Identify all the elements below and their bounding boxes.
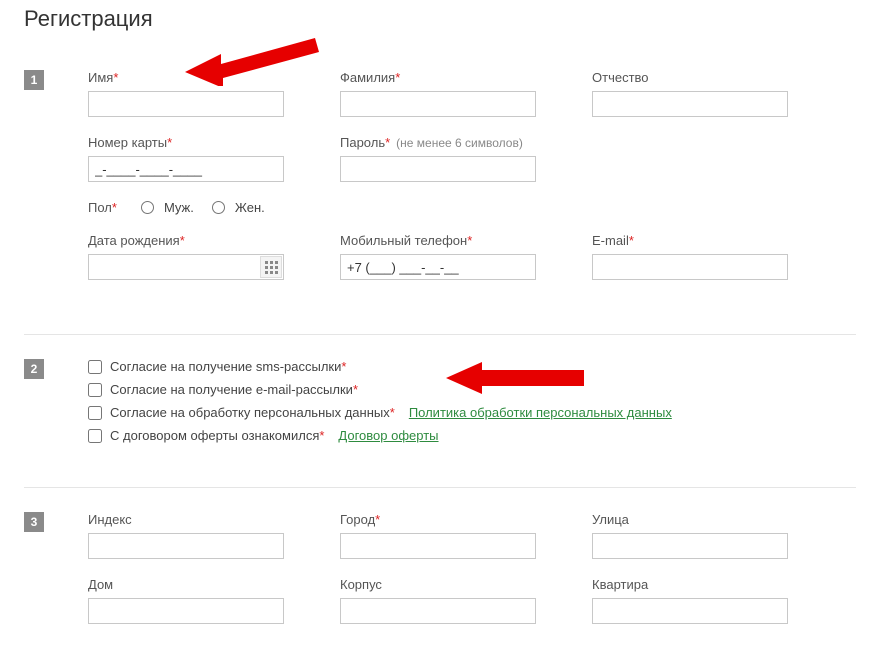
consent-sms-checkbox[interactable] (88, 360, 102, 374)
policy-link[interactable]: Политика обработки персональных данных (409, 405, 672, 420)
consent-data-checkbox[interactable] (88, 406, 102, 420)
last-name-input[interactable] (340, 91, 536, 117)
label-building: Корпус (340, 577, 536, 592)
section-personal: 1 Имя* Фамилия* Отчество Номер карты* Па… (24, 70, 856, 322)
label-house: Дом (88, 577, 284, 592)
label-first-name: Имя* (88, 70, 284, 85)
label-gender: Пол* (88, 200, 117, 215)
label-index: Индекс (88, 512, 284, 527)
patronymic-input[interactable] (592, 91, 788, 117)
card-number-input[interactable] (88, 156, 284, 182)
consent-offer-label: С договором оферты ознакомился* (110, 428, 324, 443)
email-input[interactable] (592, 254, 788, 280)
house-input[interactable] (88, 598, 284, 624)
gender-male-radio[interactable] (141, 201, 154, 214)
label-street: Улица (592, 512, 788, 527)
page-title: Регистрация (24, 6, 856, 32)
label-card-number: Номер карты* (88, 135, 284, 150)
consent-sms-label: Согласие на получение sms-рассылки* (110, 359, 346, 374)
password-input[interactable] (340, 156, 536, 182)
city-input[interactable] (340, 533, 536, 559)
dob-input[interactable] (88, 254, 284, 280)
consent-offer-checkbox[interactable] (88, 429, 102, 443)
label-mobile: Мобильный телефон* (340, 233, 536, 248)
label-dob: Дата рождения* (88, 233, 284, 248)
gender-female-label: Жен. (235, 200, 265, 215)
street-input[interactable] (592, 533, 788, 559)
section-address: 3 Индекс Город* Улица Дом Корпус (24, 487, 856, 648)
step-badge-2: 2 (24, 359, 44, 379)
offer-link[interactable]: Договор оферты (338, 428, 438, 443)
label-patronymic: Отчество (592, 70, 788, 85)
label-password: Пароль*(не менее 6 символов) (340, 135, 536, 150)
label-city: Город* (340, 512, 536, 527)
consent-email-label: Согласие на получение e-mail-рассылки* (110, 382, 358, 397)
step-badge-3: 3 (24, 512, 44, 532)
section-consents: 2 Согласие на получение sms-рассылки* Со… (24, 334, 856, 475)
apartment-input[interactable] (592, 598, 788, 624)
calendar-icon[interactable] (260, 256, 282, 278)
consent-data-label: Согласие на обработку персональных данны… (110, 405, 395, 420)
building-input[interactable] (340, 598, 536, 624)
label-last-name: Фамилия* (340, 70, 536, 85)
gender-female-radio[interactable] (212, 201, 225, 214)
label-apartment: Квартира (592, 577, 788, 592)
consent-email-checkbox[interactable] (88, 383, 102, 397)
label-email: E-mail* (592, 233, 788, 248)
step-badge-1: 1 (24, 70, 44, 90)
index-input[interactable] (88, 533, 284, 559)
gender-male-label: Муж. (164, 200, 194, 215)
first-name-input[interactable] (88, 91, 284, 117)
mobile-input[interactable] (340, 254, 536, 280)
